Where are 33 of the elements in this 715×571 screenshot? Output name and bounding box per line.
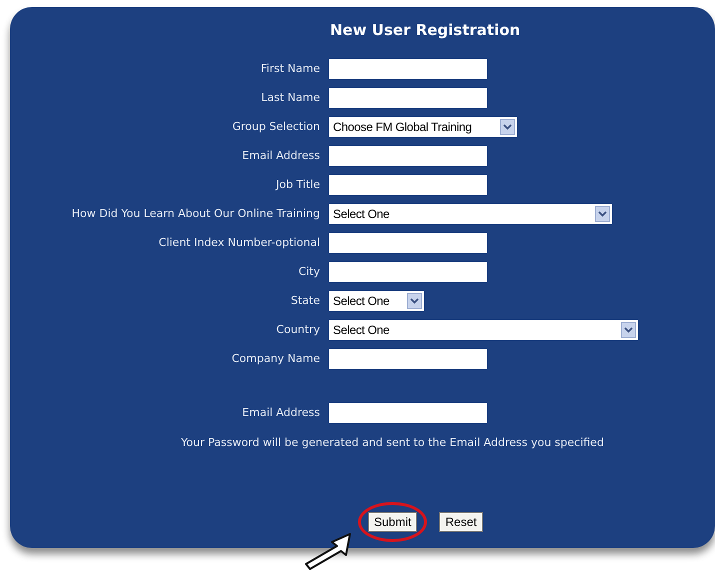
field-label: How Did You Learn About Our Online Training (72, 206, 320, 222)
chevron-down-icon (595, 206, 610, 222)
dropdown[interactable]: Select One (329, 320, 638, 340)
form-title: New User Registration (330, 20, 520, 42)
field-label: Country (276, 322, 320, 338)
field-label: Job Title (276, 176, 320, 193)
field-label: Company Name (232, 350, 320, 367)
text-field[interactable] (329, 403, 487, 423)
field-label: Group Selection (232, 118, 320, 135)
dropdown[interactable]: Select One (329, 291, 424, 311)
dropdown[interactable]: Choose FM Global Training (329, 117, 517, 137)
text-field[interactable] (329, 349, 487, 369)
text-field[interactable] (329, 146, 487, 166)
form-button[interactable]: Reset (439, 512, 483, 532)
text-field[interactable] (329, 88, 487, 108)
field-label: City (298, 264, 320, 280)
field-label: Last Name (261, 90, 320, 106)
field-label: Email Address (242, 404, 320, 421)
field-label: Email Address (242, 148, 320, 164)
field-label: First Name (260, 60, 320, 77)
cursor-arrow-icon (304, 532, 352, 570)
field-label: Client Index Number-optional (158, 234, 320, 251)
text-field[interactable] (329, 262, 487, 282)
password-note: Your Password will be generated and sent to the Email Address you specified (181, 436, 604, 449)
text-field[interactable] (329, 175, 487, 195)
chevron-down-icon (621, 322, 636, 338)
dropdown[interactable]: Select One (329, 204, 612, 224)
chevron-down-icon (407, 293, 422, 309)
chevron-down-icon (500, 119, 515, 135)
text-field[interactable] (329, 233, 487, 253)
text-field[interactable] (329, 59, 487, 79)
form-button[interactable]: Submit (368, 512, 418, 532)
field-label: State (290, 292, 320, 309)
